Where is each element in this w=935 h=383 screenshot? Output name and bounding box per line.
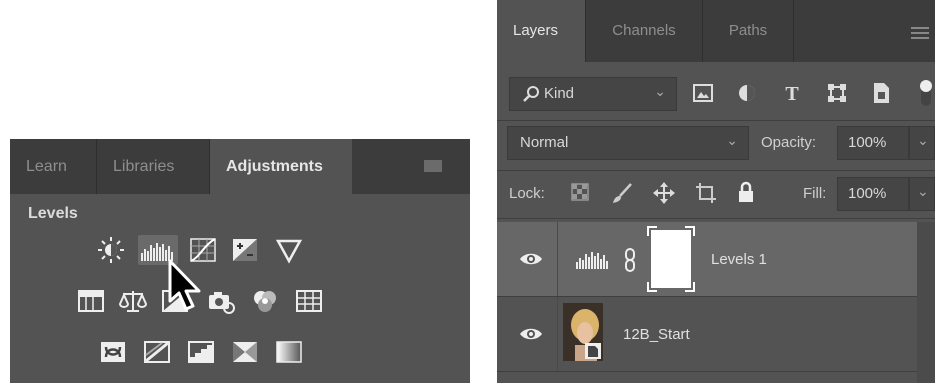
tab-libraries[interactable]: Libraries (97, 139, 209, 194)
fill-dropdown-button[interactable]: ⌄ (909, 177, 935, 211)
posterize-icon[interactable] (142, 337, 172, 367)
layers-panel: Layers Channels Paths Kind ⌄ T Normal ⌄ … (497, 0, 935, 383)
selective-color-icon[interactable] (230, 337, 260, 367)
smart-object-filter-icon[interactable] (871, 82, 891, 104)
tab-paths[interactable]: Paths (703, 0, 793, 62)
layers-scrollbar[interactable] (917, 222, 935, 383)
visibility-eye-icon[interactable] (519, 251, 543, 267)
adjustment-layer-filter-icon[interactable] (737, 83, 757, 103)
opacity-label: Opacity: (761, 134, 817, 151)
mask-link-icon[interactable] (623, 248, 637, 272)
color-lookup-icon[interactable] (294, 286, 324, 316)
layer-row-levels-1[interactable]: Levels 1 (497, 222, 917, 296)
opacity-value: 100% (848, 134, 887, 151)
svg-text:T: T (785, 83, 799, 104)
color-balance-icon[interactable] (118, 286, 148, 316)
type-layer-filter-icon[interactable]: T (781, 82, 803, 105)
hue-saturation-icon[interactable] (76, 286, 106, 316)
shape-layer-filter-icon[interactable] (827, 83, 847, 103)
lock-image-pixels-icon[interactable] (611, 182, 633, 204)
lock-position-icon[interactable] (653, 182, 675, 204)
opacity-field[interactable]: 100% (837, 126, 909, 160)
layer-name: 12B_Start (623, 326, 690, 343)
tab-learn[interactable]: Learn (10, 139, 96, 194)
visibility-eye-icon[interactable] (519, 326, 543, 342)
tab-adjustments[interactable]: Adjustments (210, 139, 352, 194)
chevron-down-icon: ⌄ (917, 183, 929, 199)
lock-transparent-pixels-icon[interactable] (571, 183, 589, 201)
levels-adjustment-icon (575, 248, 611, 270)
section-title: Levels (28, 205, 78, 222)
fill-label: Fill: (803, 185, 827, 202)
brightness-contrast-icon[interactable] (96, 235, 126, 265)
layer-name: Levels 1 (711, 251, 767, 268)
lock-label: Lock: (509, 185, 545, 202)
layer-mask-thumbnail[interactable] (647, 226, 695, 292)
vibrance-icon[interactable] (274, 235, 304, 265)
tab-channels[interactable]: Channels (586, 0, 702, 62)
threshold-icon[interactable] (186, 337, 216, 367)
adjustments-tab-bar: Learn Libraries Adjustments (10, 139, 470, 194)
panel-menu-icon[interactable] (424, 160, 442, 172)
mouse-cursor-icon (166, 259, 206, 315)
pixel-layer-filter-icon[interactable] (693, 84, 713, 102)
layer-photo-thumbnail[interactable] (563, 303, 603, 361)
adjustments-panel: Learn Libraries Adjustments Levels (10, 139, 470, 383)
lock-all-icon[interactable] (737, 181, 755, 203)
tab-layers[interactable]: Layers (497, 0, 585, 62)
opacity-dropdown-button[interactable]: ⌄ (909, 126, 935, 160)
chevron-down-icon: ⌄ (917, 132, 929, 148)
invert-icon[interactable] (98, 337, 128, 367)
layers-tab-bar: Layers Channels Paths (497, 0, 935, 62)
gradient-map-icon[interactable] (274, 337, 304, 367)
panel-menu-icon[interactable] (911, 26, 929, 39)
search-icon (523, 86, 539, 102)
filter-kind-select[interactable]: Kind ⌄ (509, 77, 677, 111)
filter-kind-value: Kind (544, 85, 575, 102)
blend-mode-value: Normal (520, 134, 569, 151)
fill-value: 100% (848, 185, 887, 202)
chevron-down-icon: ⌄ (654, 83, 666, 99)
layer-row-12b-start[interactable]: 12B_Start (497, 297, 917, 371)
blend-mode-select[interactable]: Normal ⌄ (507, 126, 749, 160)
chevron-down-icon: ⌄ (726, 132, 738, 148)
photo-filter-icon[interactable] (206, 286, 236, 316)
fill-field[interactable]: 100% (837, 177, 909, 211)
lock-artboard-icon[interactable] (695, 182, 717, 204)
exposure-icon[interactable] (230, 235, 260, 265)
channel-mixer-icon[interactable] (250, 286, 280, 316)
filter-toggle-switch[interactable] (917, 78, 935, 108)
